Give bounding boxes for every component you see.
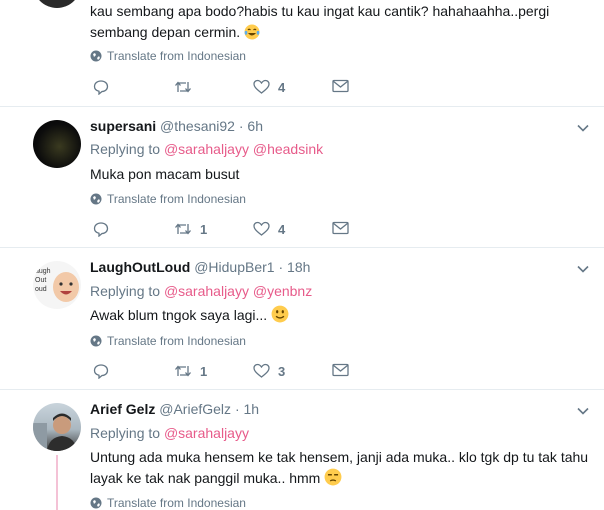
replying-to: Replying to @sarahaljayy @headsink	[90, 141, 323, 157]
avatar-text-line: oud	[35, 286, 47, 293]
tweet-header: supersani @thesani92 · 6h	[90, 118, 263, 134]
direct-message-button[interactable]	[332, 221, 349, 235]
translate-label: Translate from Indonesian	[107, 496, 246, 510]
display-name[interactable]: LaughOutLoud	[90, 259, 190, 275]
thread-line	[56, 455, 58, 510]
avatar[interactable]	[33, 0, 81, 8]
tweet-text: Awak blum tngok saya lagi...	[90, 305, 590, 326]
unamused-face-emoji-icon	[324, 468, 342, 486]
tweet-header: LaughOutLoud @HidupBer1 · 18h	[90, 259, 310, 275]
envelope-icon	[332, 363, 349, 377]
tweet-text-content: Awak blum tngok saya lagi...	[90, 307, 268, 323]
slightly-smiling-emoji-icon	[271, 305, 289, 323]
separator: ·	[278, 259, 284, 275]
tweet-text-content: kau sembang apa bodo?habis tu kau ingat …	[90, 3, 550, 40]
heart-icon	[253, 79, 270, 94]
replying-to: Replying to @sarahaljayy	[90, 425, 249, 441]
translate-label: Translate from Indonesian	[107, 192, 246, 206]
display-name[interactable]: supersani	[90, 118, 156, 134]
avatar[interactable]	[33, 403, 81, 451]
chevron-down-icon[interactable]	[576, 404, 590, 418]
direct-message-button[interactable]	[332, 79, 349, 93]
user-handle[interactable]: @HidupBer1	[194, 259, 274, 275]
replying-label: Replying to	[90, 141, 161, 157]
globe-icon	[90, 193, 102, 205]
translate-label: Translate from Indonesian	[107, 49, 246, 63]
timestamp[interactable]: 6h	[247, 118, 263, 134]
translate-link[interactable]: Translate from Indonesian	[90, 192, 246, 206]
globe-icon	[90, 50, 102, 62]
like-count: 3	[278, 363, 286, 379]
reply-button[interactable]	[93, 79, 109, 95]
like-button[interactable]: 4	[253, 79, 285, 95]
tweet-3[interactable]: Arief Gelz @AriefGelz · 1h Replying to @…	[0, 390, 604, 510]
like-button[interactable]: 3	[253, 363, 285, 379]
translate-link[interactable]: Translate from Indonesian	[90, 334, 246, 348]
like-count: 4	[278, 79, 286, 95]
separator: ·	[234, 401, 240, 417]
separator: ·	[238, 118, 244, 134]
retweet-count: 1	[200, 221, 208, 237]
tweet-text: Untung ada muka hensem ke tak hensem, ja…	[90, 447, 590, 489]
tweet-1[interactable]: supersani @thesani92 · 6h Replying to @s…	[0, 107, 604, 248]
retweet-button[interactable]: 1	[174, 363, 207, 379]
tears-of-joy-emoji-icon	[244, 24, 260, 40]
heart-icon	[253, 363, 270, 378]
retweet-icon	[175, 365, 191, 377]
tweet-0[interactable]: kau sembang apa bodo?habis tu kau ingat …	[0, 0, 604, 107]
avatar-text-line: Out	[35, 277, 47, 284]
retweet-button[interactable]: 1	[174, 221, 207, 237]
avatar-logo-text: augh Out oud	[35, 267, 51, 294]
avatar[interactable]: augh Out oud	[33, 261, 81, 309]
reply-button[interactable]	[93, 363, 109, 379]
retweet-icon	[175, 223, 191, 235]
mention-link[interactable]: @sarahaljayy	[164, 425, 249, 441]
tweet-2[interactable]: augh Out oud LaughOutLoud @HidupBer1 · 1…	[0, 248, 604, 390]
mention-link[interactable]: @headsink	[253, 141, 323, 157]
direct-message-button[interactable]	[332, 363, 349, 377]
reply-icon	[93, 364, 109, 379]
tweet-header: Arief Gelz @AriefGelz · 1h	[90, 401, 259, 417]
tweet-text: Muka pon macam busut	[90, 166, 240, 182]
display-name[interactable]: Arief Gelz	[90, 401, 155, 417]
retweet-button[interactable]	[174, 79, 192, 95]
user-handle[interactable]: @thesani92	[160, 118, 235, 134]
translate-link[interactable]: Translate from Indonesian	[90, 49, 246, 63]
replying-label: Replying to	[90, 425, 161, 441]
mention-link[interactable]: @yenbnz	[253, 283, 312, 299]
mention-link[interactable]: @sarahaljayy	[164, 283, 249, 299]
globe-icon	[90, 335, 102, 347]
globe-icon	[90, 497, 102, 509]
user-handle[interactable]: @AriefGelz	[159, 401, 231, 417]
avatar-text-line: augh	[35, 268, 51, 275]
envelope-icon	[332, 221, 349, 235]
timestamp[interactable]: 18h	[287, 259, 310, 275]
person-photo-icon	[33, 413, 77, 451]
reply-button[interactable]	[93, 221, 109, 237]
translate-label: Translate from Indonesian	[107, 334, 246, 348]
retweet-icon	[175, 81, 191, 93]
retweet-count: 1	[200, 363, 208, 379]
replying-label: Replying to	[90, 283, 161, 299]
baby-face-icon	[53, 272, 79, 302]
timestamp[interactable]: 1h	[244, 401, 260, 417]
chevron-down-icon[interactable]	[576, 121, 590, 135]
reply-icon	[93, 222, 109, 237]
translate-link[interactable]: Translate from Indonesian	[90, 496, 246, 510]
chevron-down-icon[interactable]	[576, 262, 590, 276]
avatar[interactable]	[33, 120, 81, 168]
mention-link[interactable]: @sarahaljayy	[164, 141, 249, 157]
tweet-text: kau sembang apa bodo?habis tu kau ingat …	[90, 1, 590, 43]
heart-icon	[253, 221, 270, 236]
envelope-icon	[332, 79, 349, 93]
like-count: 4	[278, 221, 286, 237]
like-button[interactable]: 4	[253, 221, 285, 237]
replying-to: Replying to @sarahaljayy @yenbnz	[90, 283, 312, 299]
reply-icon	[93, 80, 109, 95]
